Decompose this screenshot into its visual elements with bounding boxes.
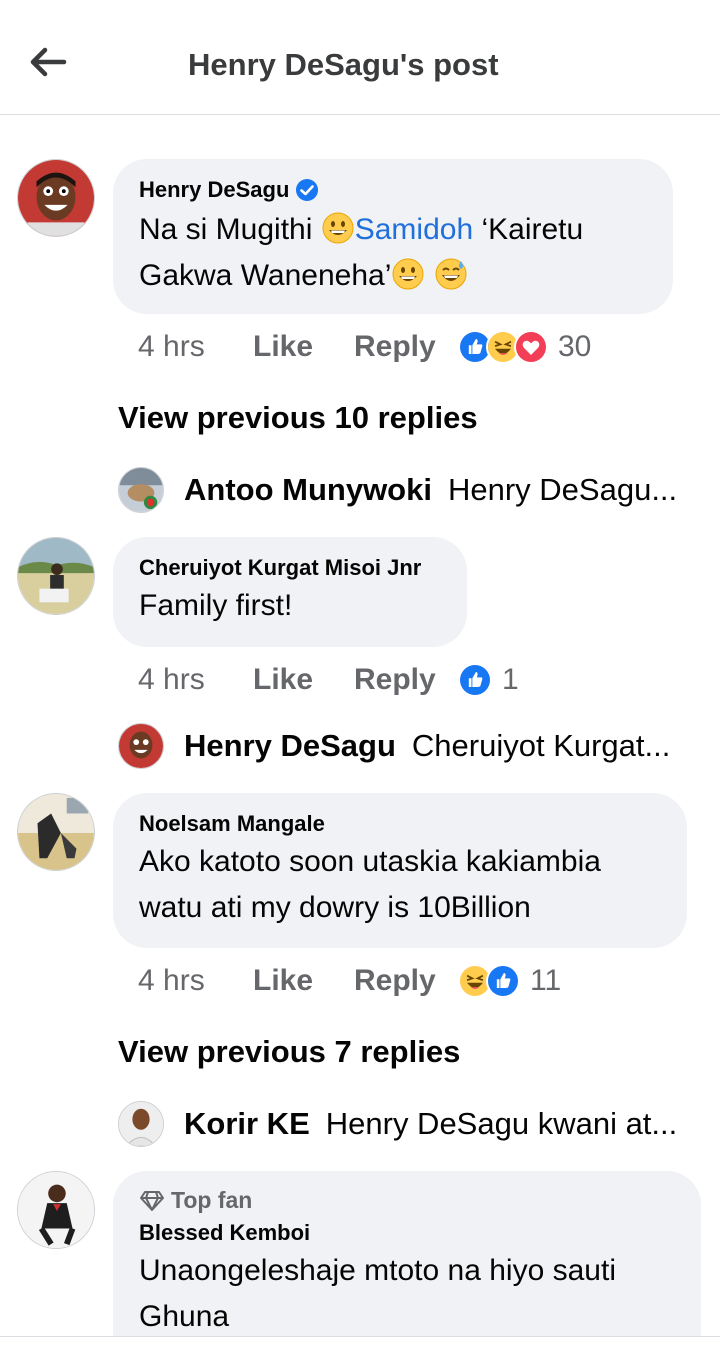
comment-time[interactable]: 4 hrs	[138, 964, 253, 998]
like-button[interactable]: Like	[253, 663, 354, 697]
avatar[interactable]	[17, 1171, 95, 1249]
avatar[interactable]	[17, 537, 95, 615]
top-fan-badge: Top fan	[139, 1187, 675, 1214]
grinning-sweat-emoji-icon	[435, 258, 467, 290]
reply-preview[interactable]: Antoo Munywoki Henry DeSagu...	[118, 466, 677, 514]
like-button[interactable]: Like	[253, 330, 354, 364]
reaction-count[interactable]: 11	[530, 964, 561, 998]
like-button[interactable]: Like	[253, 964, 354, 998]
page-title: Henry DeSagu's post	[188, 47, 499, 82]
reply-preview[interactable]: Henry DeSagu Cheruiyot Kurgat...	[118, 722, 670, 770]
comment-text: Family first!	[139, 589, 293, 622]
verified-badge-icon	[296, 179, 319, 201]
post-header: Henry DeSagu's post	[0, 0, 720, 115]
comment-bubble[interactable]: Cheruiyot Kurgat Misoi Jnr Family first!	[113, 537, 467, 647]
divider	[0, 1336, 720, 1348]
like-reaction-icon	[458, 663, 492, 697]
avatar[interactable]	[118, 467, 164, 513]
avatar[interactable]	[17, 793, 95, 871]
grinning-emoji-icon	[322, 212, 354, 244]
comment-author[interactable]: Blessed Kemboi	[139, 1220, 675, 1246]
reaction-count[interactable]: 30	[558, 330, 591, 364]
avatar[interactable]	[118, 1101, 164, 1147]
back-button[interactable]	[20, 38, 76, 86]
comment-actions: 4 hrs Like Reply 11	[138, 964, 561, 998]
mention-link[interactable]: Samidoh	[355, 213, 473, 246]
reply-button[interactable]: Reply	[354, 964, 458, 998]
comment-time[interactable]: 4 hrs	[138, 330, 253, 364]
comment-bubble[interactable]: Henry DeSagu Na si Mugithi Samidoh ‘Kair…	[113, 159, 673, 314]
comment-author[interactable]: Noelsam Mangale	[139, 811, 661, 837]
view-previous-replies[interactable]: View previous 10 replies	[118, 400, 478, 436]
avatar[interactable]	[118, 723, 164, 769]
view-previous-replies[interactable]: View previous 7 replies	[118, 1034, 460, 1070]
comment-author[interactable]: Cheruiyot Kurgat Misoi Jnr	[139, 555, 441, 581]
avatar[interactable]	[17, 159, 95, 237]
comment-time[interactable]: 4 hrs	[138, 663, 253, 697]
comment-text: Ako katoto soon utaskia kakiambia watu a…	[139, 845, 601, 924]
comment-actions: 4 hrs Like Reply 30	[138, 330, 591, 364]
reply-preview[interactable]: Korir KE Henry DeSagu kwani at...	[118, 1100, 677, 1148]
reaction-summary[interactable]: 1	[458, 663, 519, 697]
comment-bubble[interactable]: Top fan Blessed Kemboi Unaongeleshaje mt…	[113, 1171, 701, 1348]
arrow-left-icon	[30, 47, 67, 77]
grinning-emoji-icon	[392, 258, 424, 290]
comment-actions: 4 hrs Like Reply 1	[138, 663, 519, 697]
like-reaction-icon	[486, 964, 520, 998]
love-reaction-icon	[514, 330, 548, 364]
reply-button[interactable]: Reply	[354, 663, 458, 697]
reply-button[interactable]: Reply	[354, 330, 458, 364]
reaction-summary[interactable]: 11	[458, 964, 561, 998]
reaction-count[interactable]: 1	[502, 663, 519, 697]
diamond-icon	[140, 1190, 164, 1211]
reaction-summary[interactable]: 30	[458, 330, 591, 364]
comment-text: Na si Mugithi Samidoh ‘Kairetu Gakwa Wan…	[139, 212, 584, 292]
comment-author[interactable]: Henry DeSagu	[139, 177, 647, 203]
comment-text: Unaongeleshaje mtoto na hiyo sauti Ghuna	[139, 1254, 616, 1333]
comment-bubble[interactable]: Noelsam Mangale Ako katoto soon utaskia …	[113, 793, 687, 948]
